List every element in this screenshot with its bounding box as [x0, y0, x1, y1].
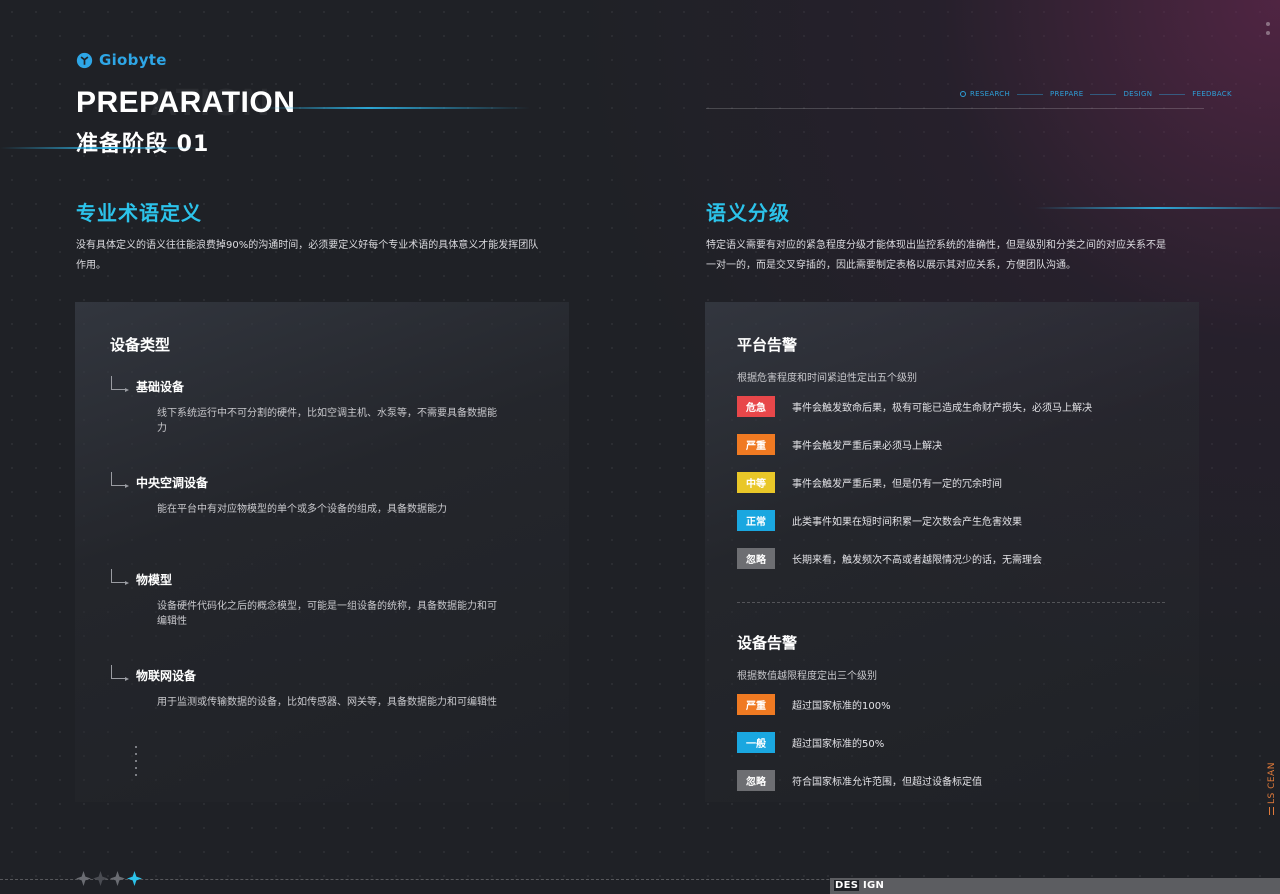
- right-section-description: 特定语义需要有对应的紧急程度分级才能体现出监控系统的准确性，但是级别和分类之间的…: [706, 236, 1216, 276]
- level-description: 超过国家标准的50%: [792, 739, 885, 750]
- step-separator: [1017, 93, 1044, 95]
- right-title-glow-line: [1035, 207, 1280, 209]
- subtitle-glow-line: [0, 147, 200, 149]
- step-feedback[interactable]: FEEDBACK: [1192, 90, 1232, 98]
- corner-arrow-icon: [111, 472, 129, 488]
- steps-rule: [706, 108, 1204, 109]
- right-section-title: 语义分级: [706, 201, 790, 225]
- footer-label-b: IGN: [863, 880, 885, 891]
- level-description: 超过国家标准的100%: [792, 701, 891, 712]
- level-badge-severe: 严重: [737, 434, 775, 455]
- level-badge-ignore: 忽略: [737, 770, 775, 791]
- giobyte-logo-icon: [76, 52, 93, 68]
- device-type-title: 设备类型: [110, 336, 171, 354]
- footer-bar: [830, 878, 1280, 894]
- right-description-line-1: 特定语义需要有对应的紧急程度分级才能体现出监控系统的准确性，但是级别和分类之间的…: [706, 240, 1166, 251]
- step-prepare[interactable]: PREPARE: [1050, 90, 1083, 98]
- right-description-line-2: 一对一的，而是交叉穿插的，因此需要制定表格以展示其对应关系，方便团队沟通。: [706, 260, 1076, 271]
- left-section-description: 没有具体定义的语义往往能浪费掉90%的沟通时间，必须要定义好每个专业术语的具体意…: [76, 236, 576, 276]
- alarm-level-row: 一般 超过国家标准的50%: [737, 732, 884, 753]
- alarm-level-row: 严重 超过国家标准的100%: [737, 694, 891, 715]
- level-description: 长期来看，触发频次不高或者越限情况少的话，无需理会: [792, 555, 1042, 566]
- level-description: 符合国家标准允许范围，但超过设备标定值: [792, 777, 982, 788]
- level-description: 事件会触发严重后果，但是仍有一定的冗余时间: [792, 479, 1002, 490]
- process-steps: RESEARCH PREPARE DESIGN FEEDBACK: [960, 90, 1232, 98]
- corner-arrow-icon: [111, 376, 129, 392]
- alarm-level-row: 危急 事件会触发致命后果，极有可能已造成生命财产损失，必须马上解决: [737, 396, 1092, 417]
- corner-arrow-icon: [111, 569, 129, 585]
- brand-name: Giobyte: [99, 51, 167, 69]
- corner-dots-icon: [1266, 22, 1270, 35]
- corner-arrow-icon: [111, 665, 129, 681]
- left-description-line-2: 作用。: [76, 260, 106, 271]
- section-divider: [737, 602, 1165, 603]
- diamond-icon: [93, 871, 108, 886]
- platform-alarm-description: 根据危害程度和时间紧迫性定出五个级别: [737, 373, 917, 384]
- footer-label-a: DES: [834, 880, 860, 891]
- device-type-card: [75, 302, 569, 802]
- term-name: 基础设备: [136, 380, 185, 394]
- term-description: 能在平台中有对应物模型的单个或多个设备的组成，具备数据能力: [157, 504, 447, 515]
- brand-logo: Giobyte: [76, 51, 167, 69]
- platform-alarm-title: 平台告警: [737, 336, 798, 354]
- alarm-level-row: 正常 此类事件如果在短时间积累一定次数会产生危害效果: [737, 510, 1022, 531]
- diamond-icon: [110, 871, 125, 886]
- footer-diamonds: [76, 870, 142, 887]
- step-design[interactable]: DESIGN: [1123, 90, 1152, 98]
- footer-label: DES IGN: [834, 880, 884, 891]
- page-title: PREPARATION: [76, 86, 296, 119]
- active-step-dot-icon: [960, 91, 966, 97]
- diamond-icon: [76, 871, 91, 886]
- more-dots-icon: [135, 746, 137, 776]
- term-name: 物模型: [136, 573, 173, 587]
- term-name: 中央空调设备: [136, 476, 209, 490]
- side-tag: LS CEAN: [1267, 762, 1277, 818]
- alarm-level-row: 严重 事件会触发严重后果必须马上解决: [737, 434, 942, 455]
- level-badge-general: 一般: [737, 732, 775, 753]
- level-badge-normal: 正常: [737, 510, 775, 531]
- term-description: 设备硬件代码化之后的概念模型，可能是一组设备的统称，具备数据能力和可编辑性: [157, 601, 497, 627]
- alarm-level-row: 忽略 符合国家标准允许范围，但超过设备标定值: [737, 770, 982, 791]
- diamond-icon: [127, 871, 142, 886]
- term-description: 线下系统运行中不可分割的硬件，比如空调主机、水泵等，不需要具备数据能力: [157, 408, 497, 434]
- title-glow-line: [260, 107, 530, 109]
- level-badge-medium: 中等: [737, 472, 775, 493]
- alarm-level-row: 中等 事件会触发严重后果，但是仍有一定的冗余时间: [737, 472, 1002, 493]
- step-separator: [1090, 93, 1117, 95]
- step-research[interactable]: RESEARCH: [970, 90, 1010, 98]
- device-alarm-description: 根据数值越限程度定出三个级别: [737, 671, 877, 682]
- page-subtitle: 准备阶段 01: [76, 132, 210, 157]
- level-badge-critical: 危急: [737, 396, 775, 417]
- term-name: 物联网设备: [136, 669, 197, 683]
- level-badge-severe: 严重: [737, 694, 775, 715]
- step-separator: [1159, 93, 1186, 95]
- left-description-line-1: 没有具体定义的语义往往能浪费掉90%的沟通时间，必须要定义好每个专业术语的具体意…: [76, 240, 539, 251]
- alarm-level-row: 忽略 长期来看，触发频次不高或者越限情况少的话，无需理会: [737, 548, 1042, 569]
- level-badge-ignore: 忽略: [737, 548, 775, 569]
- device-alarm-title: 设备告警: [737, 634, 798, 652]
- level-description: 此类事件如果在短时间积累一定次数会产生危害效果: [792, 517, 1022, 528]
- level-description: 事件会触发致命后果，极有可能已造成生命财产损失，必须马上解决: [792, 403, 1092, 414]
- level-description: 事件会触发严重后果必须马上解决: [792, 441, 942, 452]
- term-description: 用于监测或传输数据的设备，比如传感器、网关等，具备数据能力和可编辑性: [157, 697, 497, 708]
- left-section-title: 专业术语定义: [76, 201, 202, 225]
